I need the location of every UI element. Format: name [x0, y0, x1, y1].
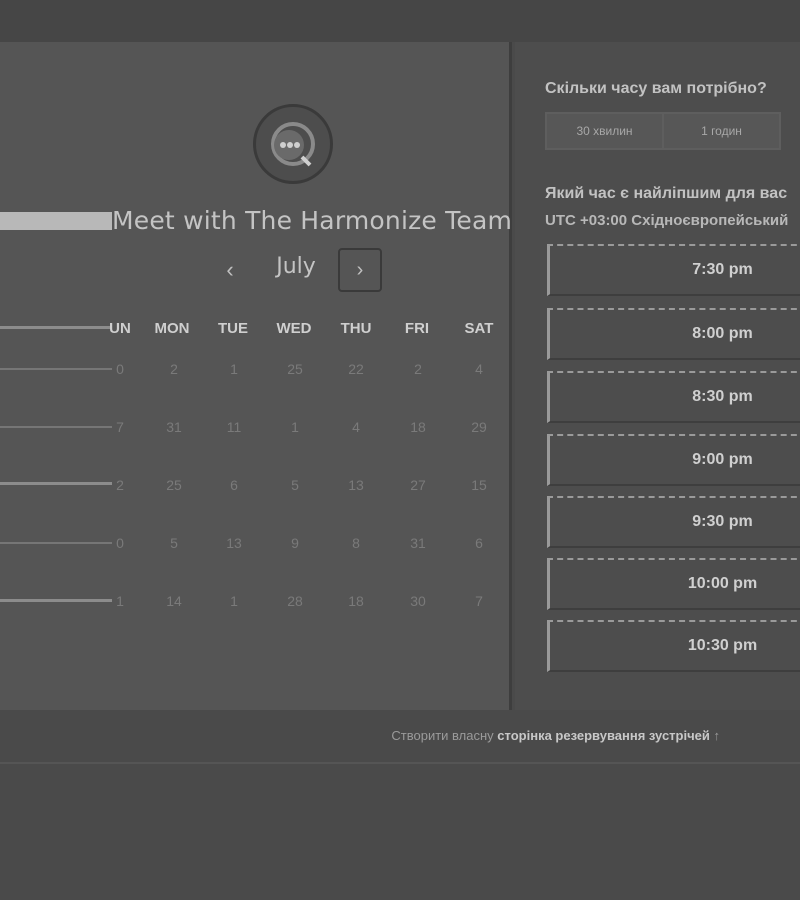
calendar-day[interactable]: 15 [449, 477, 509, 493]
calendar-day[interactable]: 1 [265, 419, 325, 435]
calendar-day[interactable]: 29 [449, 419, 509, 435]
prev-month-button[interactable]: ‹ [214, 250, 246, 290]
calendar-day[interactable]: 9 [265, 535, 325, 551]
time-question: Який час є найліпшим для вас [545, 185, 788, 202]
time-slot[interactable]: 8:00 pm [547, 308, 800, 360]
calendar-day[interactable]: 0 [90, 535, 150, 551]
slot-time-label: 9:00 pm [692, 451, 753, 468]
organizer-name-bar [0, 212, 112, 230]
time-slot[interactable]: 10:00 pm [547, 558, 800, 610]
calendar-day[interactable]: 25 [265, 361, 325, 377]
calendar-day[interactable]: 7 [90, 419, 150, 435]
weekday-thu: THU [340, 320, 372, 337]
calendar-day[interactable]: 18 [388, 419, 448, 435]
calendar-day[interactable]: 13 [204, 535, 264, 551]
next-month-button[interactable]: › [338, 248, 382, 292]
calendar-day[interactable]: 14 [144, 593, 204, 609]
footer-link[interactable]: Створити власну сторінка резервування зу… [0, 728, 800, 743]
calendar-day[interactable]: 8 [326, 535, 386, 551]
calendar-day[interactable]: 7 [449, 593, 509, 609]
calendar-day[interactable]: 31 [388, 535, 448, 551]
duration-60-button[interactable]: 1 годин [662, 114, 779, 148]
footer-prefix: Створити власну [391, 728, 494, 743]
calendar-day[interactable]: 18 [326, 593, 386, 609]
duration-30-button[interactable]: 30 хвилин [547, 114, 662, 148]
calendar-day[interactable]: 31 [144, 419, 204, 435]
calendar-day[interactable]: 1 [204, 361, 264, 377]
calendar-day[interactable]: 6 [204, 477, 264, 493]
calendar-day[interactable]: 11 [204, 419, 264, 435]
slot-time-label: 8:30 pm [692, 388, 753, 405]
calendar-day[interactable]: 30 [388, 593, 448, 609]
weekday-sun: UN [109, 320, 131, 337]
calendar-day[interactable]: 1 [90, 593, 150, 609]
calendar-day[interactable]: 5 [144, 535, 204, 551]
calendar-panel: Meet with The Harmonize Team ‹ July › UN… [0, 42, 512, 710]
calendar-day[interactable]: 25 [144, 477, 204, 493]
calendar-day[interactable]: 5 [265, 477, 325, 493]
slot-time-label: 10:00 pm [687, 575, 758, 592]
calendar-day[interactable]: 27 [388, 477, 448, 493]
duration-question: Скільки часу вам потрібно? [545, 80, 767, 97]
meeting-title: Meet with The Harmonize Team [112, 206, 513, 235]
time-slot[interactable]: 9:00 pm [547, 434, 800, 486]
calendar-day[interactable]: 28 [265, 593, 325, 609]
calendar-day[interactable]: 4 [449, 361, 509, 377]
logo-icon [253, 104, 333, 184]
time-slot[interactable]: 8:30 pm [547, 371, 800, 423]
duration-selector: 30 хвилин 1 годин [545, 112, 781, 150]
slot-time-label: 9:30 pm [692, 513, 753, 530]
timezone-label[interactable]: UTC +03:00 Східноєвропейський [545, 212, 788, 229]
weekday-wed: WED [276, 320, 312, 337]
calendar-day[interactable]: 2 [144, 361, 204, 377]
footer-link-text[interactable]: сторінка резервування зустрічей [497, 728, 710, 743]
time-slot[interactable]: 9:30 pm [547, 496, 800, 548]
slot-time-label: 7:30 pm [692, 261, 753, 278]
weekday-fri: FRI [404, 320, 430, 337]
slot-time-label: 10:30 pm [687, 637, 758, 654]
weekday-mon: MON [154, 320, 190, 337]
calendar-day[interactable]: 22 [326, 361, 386, 377]
calendar-day[interactable]: 0 [90, 361, 150, 377]
calendar-day[interactable]: 1 [204, 593, 264, 609]
time-slot[interactable]: 7:30 pm [547, 244, 800, 296]
weekday-sat: SAT [464, 320, 494, 337]
footer-arrow-icon: ↑ [713, 728, 721, 743]
calendar-day[interactable]: 2 [90, 477, 150, 493]
weekday-tue: TUE [218, 320, 248, 337]
calendar-day[interactable]: 13 [326, 477, 386, 493]
slot-time-label: 8:00 pm [692, 325, 753, 342]
calendar-day[interactable]: 4 [326, 419, 386, 435]
calendar-day[interactable]: 2 [388, 361, 448, 377]
calendar-day[interactable]: 6 [449, 535, 509, 551]
time-slot[interactable]: 10:30 pm [547, 620, 800, 672]
month-label: July [276, 254, 316, 279]
top-bar [0, 0, 800, 42]
